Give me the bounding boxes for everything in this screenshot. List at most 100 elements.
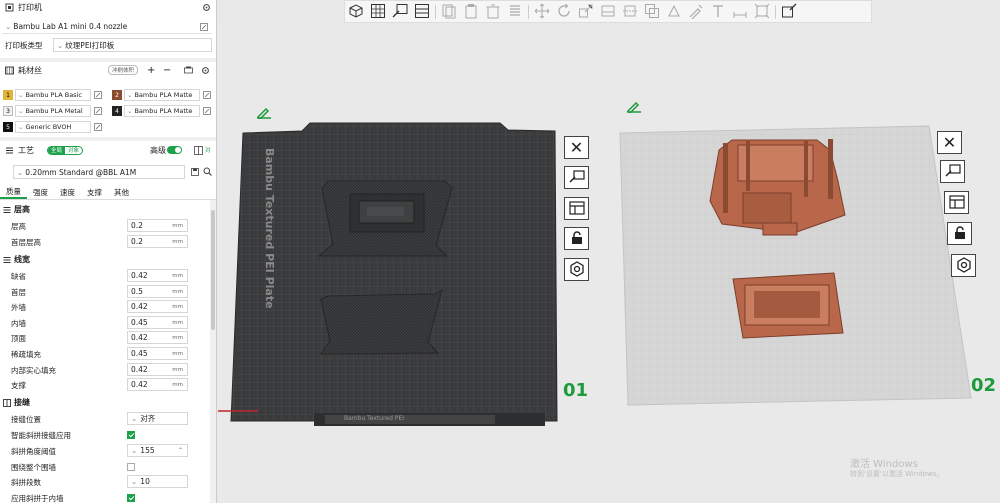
plate-1-settings-button[interactable] [564,258,589,281]
filament-color-swatch[interactable]: 3 [3,106,13,116]
flush-volume-badge[interactable]: 冲刷体积 [108,65,139,75]
smart-scarf-checkbox[interactable] [127,431,135,439]
line-width-input[interactable]: 0.45 mm [127,347,188,360]
save-profile-icon[interactable] [191,168,199,176]
line-width-input[interactable]: 0.45 mm [127,316,188,329]
scarf-inner-wall-checkbox[interactable] [127,494,135,502]
filament-name[interactable]: ⌄ Bambu PLA Metal [15,105,91,117]
cut-tool-button[interactable] [619,1,641,23]
tab-speed[interactable]: 速度 [54,185,81,199]
arrange-button[interactable] [411,1,433,23]
plate-1-lock-button[interactable] [564,227,589,250]
edit-filament-icon[interactable] [94,107,102,115]
line-width-input[interactable]: 0.42 mm [127,300,188,313]
scarf-angle-input[interactable]: ⌄ 155 ⌃ [127,444,188,457]
lay-on-face-button[interactable] [597,1,619,23]
tab-quality[interactable]: 质量 [0,185,27,199]
seam-paint-button[interactable] [685,1,707,23]
edit-printer-icon[interactable] [200,22,208,31]
edit-filament-icon[interactable] [94,91,102,99]
filament-name[interactable]: ⌄ Bambu PLA Matte [124,105,200,117]
text-tool-button[interactable] [707,1,729,23]
filament-slot-3[interactable]: 3 ⌄ Bambu PLA Metal [3,104,102,118]
scarf-steps-input[interactable]: ⌄ 10 [127,475,188,488]
edit-filament-icon[interactable] [203,91,211,99]
compare-icon[interactable] [194,145,203,155]
printer-settings-gear-icon[interactable] [202,3,211,12]
search-icon[interactable] [203,167,212,176]
line-width-input[interactable]: 0.42 mm [127,331,188,344]
split-button[interactable] [504,1,526,23]
filament-color-swatch[interactable]: 4 [112,106,122,116]
scrollbar-thumb[interactable] [211,210,215,330]
tab-support[interactable]: 支撑 [81,185,108,199]
edit-filament-icon[interactable] [94,123,102,131]
3d-viewport[interactable]: Bambu Textured PEI Plate ✕ ✕ 01 02 Bambu… [218,23,1000,503]
paste-button[interactable] [460,1,482,23]
support-paint-button[interactable] [663,1,685,23]
compare-label[interactable]: 对 [205,146,211,154]
global-object-toggle[interactable]: 全局 对象 [47,145,84,155]
model-roof-top[interactable] [317,180,453,257]
filament-name[interactable]: ⌄ Bambu PLA Basic [15,89,91,101]
plate-2-arrange-button[interactable] [940,160,965,183]
filament-settings-gear-icon[interactable] [201,66,210,75]
param-scarf-around-wall: 围绕整个围墙 [0,459,210,474]
printer-select[interactable]: ⌄ Bambu Lab A1 mini 0.4 nozzle [2,20,212,34]
remove-filament-button[interactable]: − [163,65,171,76]
plate-2-edit-name-icon[interactable] [626,101,642,113]
plate-grid-button[interactable] [367,1,389,23]
plate-1-delete-button[interactable]: ✕ [564,136,589,159]
line-width-input[interactable]: 0.42 mm [127,363,188,376]
filament-slot-5[interactable]: 5 ⌄ Generic BVOH [3,120,102,134]
process-profile-select[interactable]: ⌄ 0.20mm Standard @BBL A1M [13,165,185,179]
plate-2-delete-button[interactable]: ✕ [937,131,962,154]
line-width-input[interactable]: 0.42 mm [127,378,188,391]
layer-height-input[interactable]: 0.2 mm [127,219,188,232]
plate-1-arrange-button[interactable] [564,166,589,189]
move-tool-button[interactable] [531,1,553,23]
filament-color-swatch[interactable]: 5 [3,122,13,132]
auto-orient-button[interactable] [389,1,411,23]
plate-2-orient-button[interactable] [944,191,969,214]
scale-tool-button[interactable] [575,1,597,23]
plate-2-settings-button[interactable] [951,254,976,277]
filament-name[interactable]: ⌄ Bambu PLA Matte [124,89,200,101]
toggle-object[interactable]: 对象 [65,147,82,154]
model-roof-bottom[interactable] [320,288,443,355]
measure-tool-button[interactable] [729,1,751,23]
tab-strength[interactable]: 强度 [27,185,54,199]
add-cube-icon [348,3,364,21]
plate-1-orient-button[interactable] [564,197,589,220]
rotate-tool-button[interactable] [553,1,575,23]
assembly-button[interactable] [751,1,773,23]
filament-name[interactable]: ⌄ Generic BVOH [15,121,91,133]
line-width-input[interactable]: 0.42 mm [127,269,188,282]
model-building-base[interactable] [732,272,844,339]
initial-layer-height-input[interactable]: 0.2 mm [127,235,188,248]
panel-scrollbar[interactable] [210,200,216,503]
sync-filament-icon[interactable] [184,66,193,74]
add-object-button[interactable] [345,1,367,23]
tab-others[interactable]: 其他 [108,185,135,199]
plate-2-lock-button[interactable] [947,222,972,245]
advanced-toggle-switch[interactable] [167,146,182,154]
variable-layer-height-button[interactable] [778,1,800,23]
filament-color-swatch[interactable]: 2 [112,90,122,100]
filament-slot-2[interactable]: 2 ⌄ Bambu PLA Matte [112,88,211,102]
model-building-body[interactable] [709,139,846,236]
copy-button[interactable] [438,1,460,23]
mesh-boolean-button[interactable] [641,1,663,23]
filament-slot-1[interactable]: 1 ⌄ Bambu PLA Basic [3,88,102,102]
plate-type-select[interactable]: ⌄ 纹理PEI打印板 [53,38,212,52]
plate-1-edit-name-icon[interactable] [256,107,272,119]
edit-filament-icon[interactable] [203,107,211,115]
toggle-global[interactable]: 全局 [48,146,66,154]
line-width-input[interactable]: 0.5 mm [127,285,188,298]
filament-color-swatch[interactable]: 1 [3,90,13,100]
seam-position-select[interactable]: ⌄ 对齐 [127,412,188,425]
add-filament-button[interactable]: + [147,65,155,76]
delete-button[interactable] [482,1,504,23]
scarf-around-wall-checkbox[interactable] [127,463,135,471]
filament-slot-4[interactable]: 4 ⌄ Bambu PLA Matte [112,104,211,118]
